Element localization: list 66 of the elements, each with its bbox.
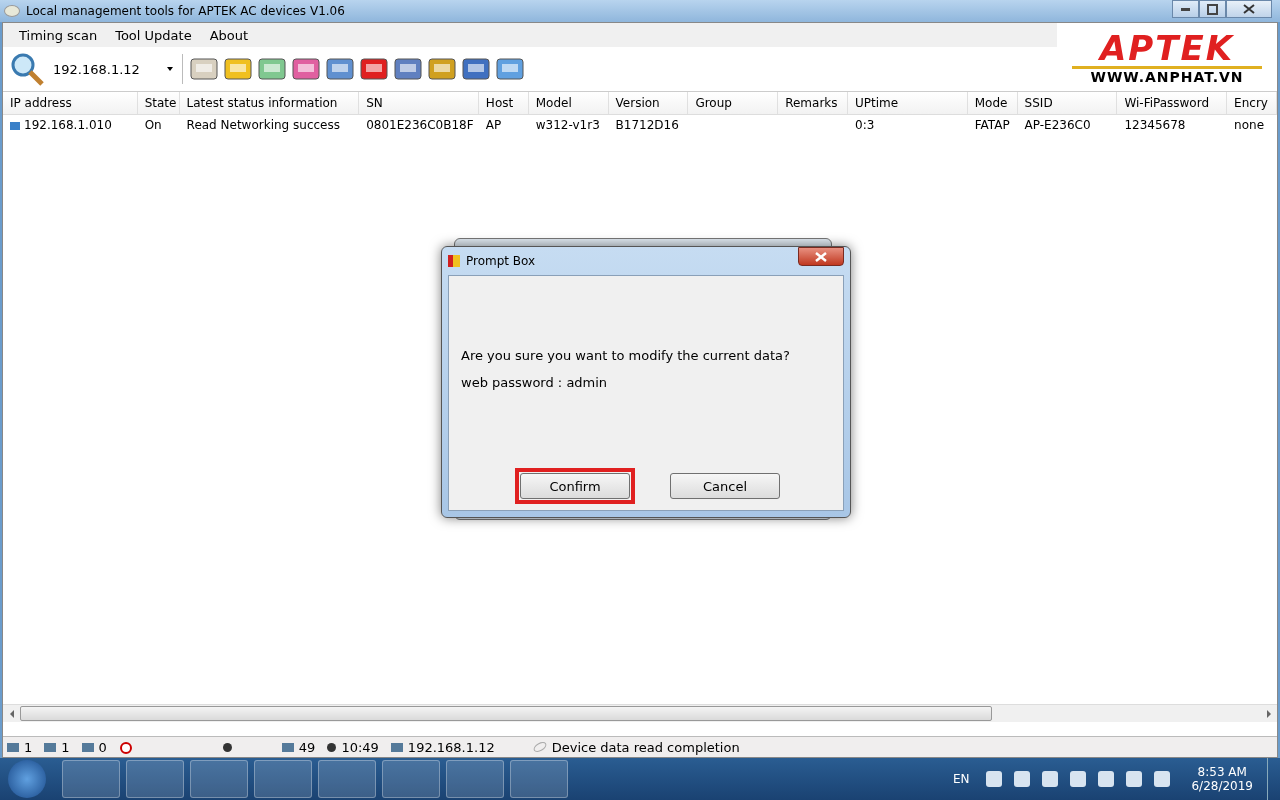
- dialog-detail: web password : admin: [461, 375, 609, 390]
- close-button[interactable]: [798, 247, 844, 266]
- column-header[interactable]: Encry: [1227, 92, 1277, 114]
- status-text: 49: [298, 739, 316, 755]
- column-header[interactable]: Latest status information: [179, 92, 360, 114]
- taskbar-clock[interactable]: 8:53 AM 6/28/2019: [1191, 765, 1253, 793]
- dialog-button[interactable]: Cancel: [670, 473, 780, 499]
- app-icon: [4, 5, 20, 17]
- column-header[interactable]: Group: [688, 92, 779, 114]
- column-header[interactable]: Remarks: [778, 92, 848, 114]
- close-icon: [815, 251, 827, 262]
- restore-button[interactable]: [1199, 0, 1226, 18]
- column-header[interactable]: SSID: [1017, 92, 1118, 114]
- table-cell-text: Read Networking success: [186, 117, 340, 134]
- ip-dropdown[interactable]: 192.168.1.12: [47, 61, 177, 77]
- status-time: 10:49: [341, 739, 379, 755]
- window-title: Local management tools for APTEK AC devices V1.06: [26, 4, 346, 18]
- table-cell-text: w312-v1r3: [535, 117, 600, 134]
- column-header[interactable]: State: [137, 92, 180, 114]
- search-icon[interactable]: [9, 51, 45, 87]
- column-header[interactable]: Mode: [967, 92, 1018, 114]
- dialog-title: Prompt Box: [466, 254, 536, 268]
- column-header[interactable]: Host: [478, 92, 529, 114]
- clock-date: 6/28/2019: [1191, 779, 1253, 793]
- dialog-icon: [448, 255, 460, 267]
- dropdown-caret-icon: [167, 67, 173, 71]
- menu-item[interactable]: Tool Update: [107, 25, 200, 45]
- scroll-thumb[interactable]: [20, 706, 992, 721]
- status-text: 1: [61, 739, 70, 755]
- dialog-button[interactable]: Confirm: [520, 473, 630, 499]
- menu-item[interactable]: Timing scan: [11, 25, 106, 45]
- column-header[interactable]: IP address: [3, 92, 138, 114]
- close-button[interactable]: [1226, 0, 1272, 18]
- clock-icon: [327, 742, 337, 752]
- table-cell-text: On: [144, 117, 162, 134]
- device-icon: [10, 121, 20, 130]
- dialog-message: Are you sure you want to modify the current data?: [461, 348, 791, 363]
- table-cell-text: 0801E236C0B18F: [366, 117, 474, 134]
- status-text: 0: [98, 739, 107, 755]
- table-cell-text: 12345678: [1124, 117, 1186, 134]
- column-header[interactable]: Wi-FiPassword: [1117, 92, 1228, 114]
- table-cell-text: 0:3: [855, 117, 875, 134]
- close-icon: [1243, 4, 1255, 14]
- column-header[interactable]: SN: [359, 92, 479, 114]
- clock-time: 8:53 AM: [1197, 765, 1247, 779]
- table-cell-text: FATAP: [974, 117, 1010, 134]
- minimize-button[interactable]: [1172, 0, 1199, 18]
- column-header[interactable]: Model: [528, 92, 609, 114]
- column-header[interactable]: UPtime: [848, 92, 968, 114]
- logo-url: WWW.ANPHAT.VN: [1090, 68, 1244, 85]
- table-cell-text: 192.168.1.010: [24, 117, 112, 134]
- dot-icon: [222, 742, 232, 752]
- table-cell-text: none: [1234, 117, 1265, 134]
- status-message: Device data read completion: [551, 739, 740, 755]
- logo-text: APTEK: [1100, 29, 1234, 66]
- language-indicator[interactable]: EN: [952, 772, 970, 786]
- alarm-clock-icon: [118, 740, 133, 754]
- table-cell-text: B1712D16: [615, 117, 679, 134]
- menu-item[interactable]: About: [201, 25, 257, 45]
- status-text: 1: [24, 739, 33, 755]
- horizontal-scrollbar[interactable]: [3, 704, 1277, 722]
- status-text: 192.168.1.12: [407, 739, 495, 755]
- column-header[interactable]: Version: [608, 92, 689, 114]
- start-button[interactable]: [8, 760, 46, 798]
- table-cell-text: AP: [485, 117, 502, 134]
- table-cell-text: AP-E236C0: [1024, 117, 1091, 134]
